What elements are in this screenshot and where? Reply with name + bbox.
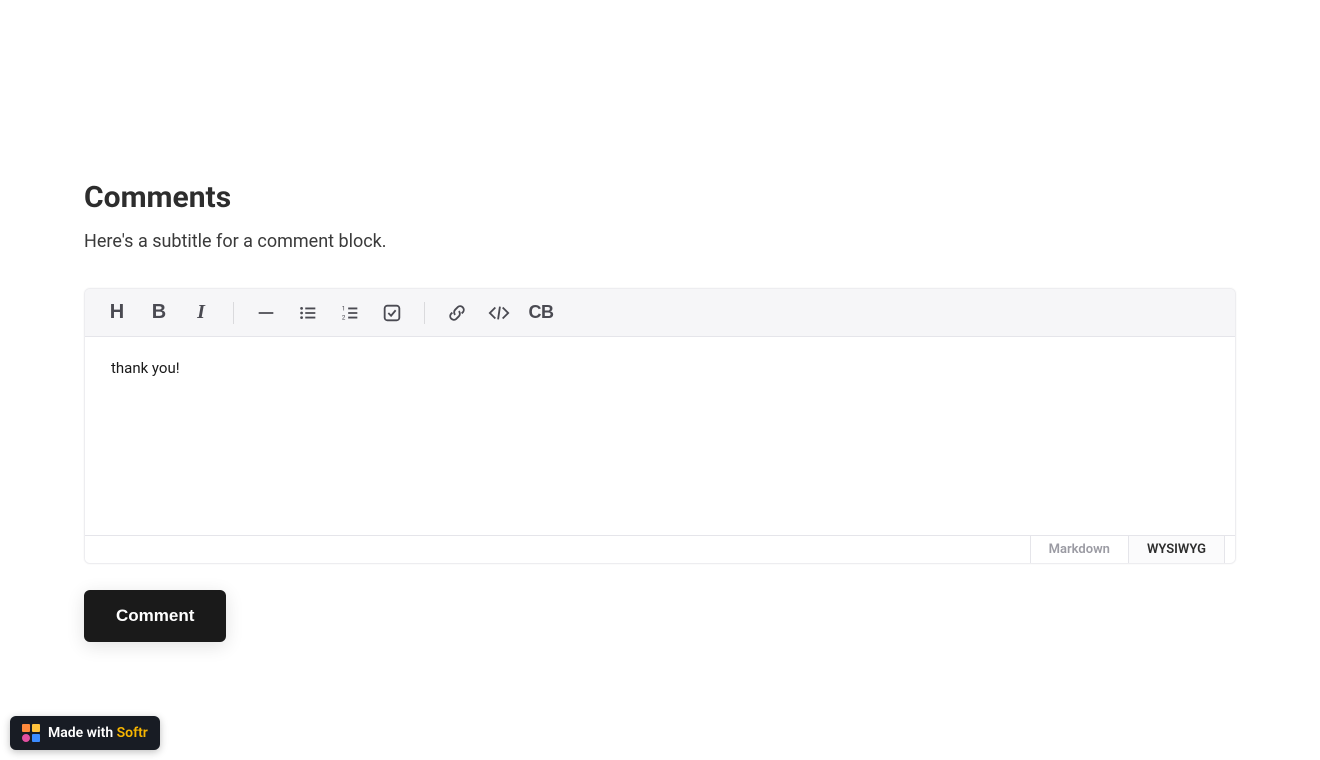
italic-icon: I — [197, 301, 205, 324]
heading-icon: H — [110, 301, 124, 324]
checklist-button[interactable] — [378, 299, 406, 327]
softr-badge-prefix: Made with — [48, 725, 117, 741]
unordered-list-button[interactable] — [294, 299, 322, 327]
italic-button[interactable]: I — [187, 299, 215, 327]
editor-mode-tabs: Markdown WYSIWYG — [1030, 536, 1225, 563]
editor-toolbar: H B I 1 2 — [85, 289, 1235, 337]
link-button[interactable] — [443, 299, 471, 327]
softr-badge-text: Made with Softr — [48, 725, 148, 741]
svg-text:2: 2 — [342, 313, 346, 321]
bold-button[interactable]: B — [145, 299, 173, 327]
softr-logo-icon — [22, 724, 40, 742]
softr-badge-brand: Softr — [117, 725, 148, 741]
bold-icon: B — [152, 301, 166, 324]
horizontal-rule-icon — [255, 302, 277, 324]
softr-badge[interactable]: Made with Softr — [10, 716, 160, 750]
unordered-list-icon — [297, 302, 319, 324]
page-subtitle: Here's a subtitle for a comment block. — [84, 231, 1236, 252]
wysiwyg-tab[interactable]: WYSIWYG — [1128, 536, 1225, 563]
checklist-icon — [381, 302, 403, 324]
editor-footer: Markdown WYSIWYG — [85, 535, 1235, 563]
code-icon — [486, 302, 512, 324]
codeblock-icon: CB — [529, 302, 554, 323]
link-icon — [446, 302, 468, 324]
markdown-tab[interactable]: Markdown — [1030, 536, 1128, 563]
comment-editor: H B I 1 2 — [84, 288, 1236, 564]
ordered-list-button[interactable]: 1 2 — [336, 299, 364, 327]
code-button[interactable] — [485, 299, 513, 327]
ordered-list-icon: 1 2 — [339, 302, 361, 324]
toolbar-separator — [233, 302, 234, 324]
toolbar-separator — [424, 302, 425, 324]
horizontal-rule-button[interactable] — [252, 299, 280, 327]
codeblock-button[interactable]: CB — [527, 299, 555, 327]
svg-text:1: 1 — [342, 304, 346, 312]
comment-button[interactable]: Comment — [84, 590, 226, 642]
editor-textarea[interactable]: thank you! — [85, 337, 1235, 535]
page-title: Comments — [84, 180, 1236, 215]
heading-button[interactable]: H — [103, 299, 131, 327]
